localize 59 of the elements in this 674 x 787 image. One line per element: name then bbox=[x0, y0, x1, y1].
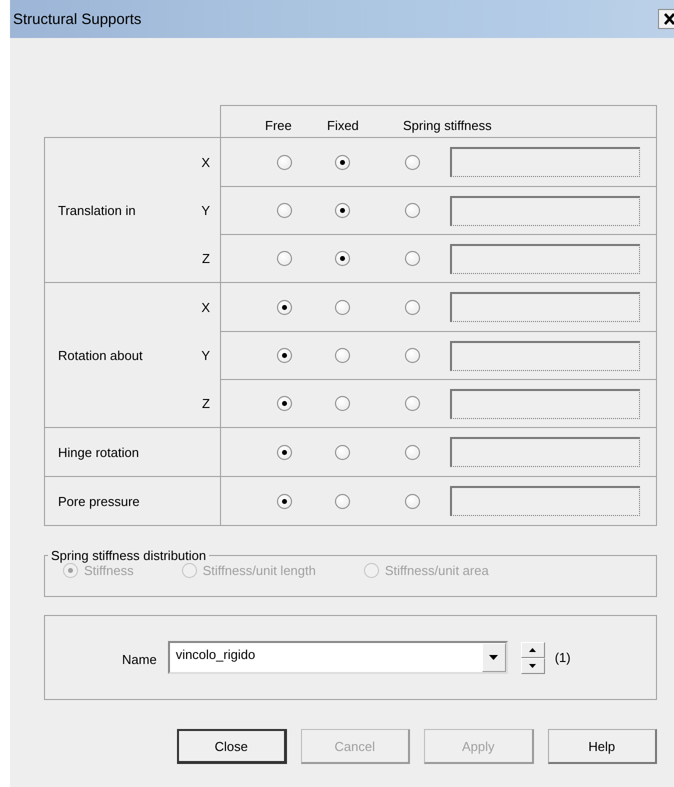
stiffness-field[interactable] bbox=[450, 340, 640, 370]
row-label: Pore pressure bbox=[57, 494, 141, 508]
caret-down-icon bbox=[529, 664, 536, 668]
row-label: Translation in bbox=[57, 202, 137, 218]
radio-button[interactable] bbox=[334, 251, 350, 266]
column-header: Spring stiffness bbox=[403, 118, 492, 133]
radio-button[interactable] bbox=[404, 494, 420, 508]
stiffness-field[interactable] bbox=[450, 437, 640, 467]
axis-label: X bbox=[201, 300, 210, 314]
stiffness-field[interactable] bbox=[450, 292, 640, 322]
radio-button[interactable] bbox=[334, 300, 350, 314]
radio-button[interactable] bbox=[404, 396, 420, 411]
row-label: Hinge rotation bbox=[57, 444, 140, 460]
axis-label: X bbox=[201, 154, 210, 170]
radio-button[interactable] bbox=[276, 494, 292, 508]
name-label: Name bbox=[122, 651, 157, 667]
axis-label: Z bbox=[202, 396, 210, 410]
dropdown-button[interactable] bbox=[482, 643, 506, 672]
radio-button[interactable] bbox=[276, 444, 292, 460]
dialog-button[interactable]: Close bbox=[177, 729, 287, 764]
radio-button[interactable] bbox=[404, 251, 420, 266]
radio-button[interactable] bbox=[276, 251, 292, 266]
radio-button[interactable] bbox=[404, 444, 420, 460]
spin-down-button[interactable] bbox=[520, 658, 545, 674]
stiffness-field[interactable] bbox=[450, 196, 640, 226]
count-label: (1) bbox=[554, 650, 571, 665]
name-combo-box[interactable]: vincolo_rigido bbox=[168, 641, 508, 674]
stiffness-field[interactable] bbox=[450, 486, 640, 516]
radio-button[interactable] bbox=[404, 154, 420, 170]
radio-button[interactable] bbox=[276, 203, 292, 218]
radio-button[interactable] bbox=[334, 154, 350, 170]
radio-button[interactable] bbox=[276, 154, 292, 170]
column-header: Free bbox=[265, 118, 292, 133]
radio-button[interactable] bbox=[334, 396, 350, 411]
radio-button[interactable] bbox=[276, 396, 292, 411]
radio-button[interactable] bbox=[276, 300, 292, 314]
radio-button[interactable] bbox=[334, 203, 350, 218]
row-label: Rotation about bbox=[57, 348, 144, 362]
radio-button[interactable] bbox=[404, 203, 420, 218]
caret-up-icon bbox=[529, 648, 536, 652]
caret-down-icon bbox=[489, 655, 498, 660]
radio-button[interactable] bbox=[404, 300, 420, 314]
radio-button[interactable] bbox=[334, 444, 350, 460]
dialog-button[interactable]: Help bbox=[548, 729, 657, 764]
group-title: Spring stiffness distribution bbox=[50, 548, 208, 563]
radio-button[interactable] bbox=[334, 348, 350, 363]
axis-label: Y bbox=[201, 348, 210, 362]
axis-label: Z bbox=[202, 250, 210, 266]
radio-button[interactable] bbox=[334, 494, 350, 508]
column-header: Fixed bbox=[327, 118, 359, 133]
radio-button[interactable] bbox=[404, 348, 420, 363]
spin-up-button[interactable] bbox=[520, 642, 545, 658]
stiffness-field[interactable] bbox=[450, 147, 640, 177]
axis-label: Y bbox=[201, 202, 210, 218]
stiffness-field[interactable] bbox=[450, 388, 640, 418]
radio-button[interactable] bbox=[276, 348, 292, 363]
window-title: Structural Supports bbox=[12, 10, 142, 28]
close-icon[interactable] bbox=[658, 9, 674, 29]
stiffness-field[interactable] bbox=[450, 244, 640, 274]
